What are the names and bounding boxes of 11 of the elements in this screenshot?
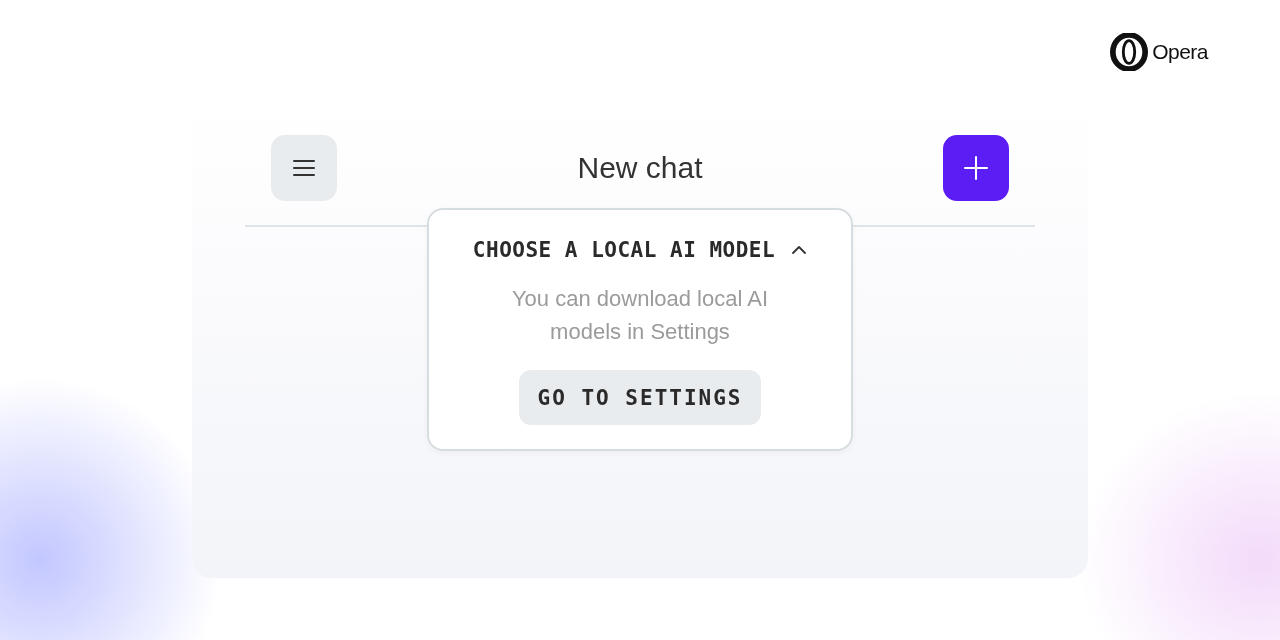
chat-title: New chat [577, 151, 703, 185]
model-message: You can download local AI models in Settings [510, 285, 770, 346]
plus-icon [964, 156, 988, 180]
caret-icon [791, 245, 808, 255]
new-chat-button[interactable] [943, 135, 1009, 201]
menu-icon [293, 159, 315, 177]
model-dropdown-toggle[interactable]: CHOOSE A LOCAL AI MODEL [472, 238, 808, 262]
brand-name: Opera [1152, 40, 1208, 64]
opera-logo-icon [1110, 33, 1149, 71]
menu-button[interactable] [271, 135, 337, 201]
settings-button[interactable]: GO TO SETTINGS [519, 370, 761, 425]
